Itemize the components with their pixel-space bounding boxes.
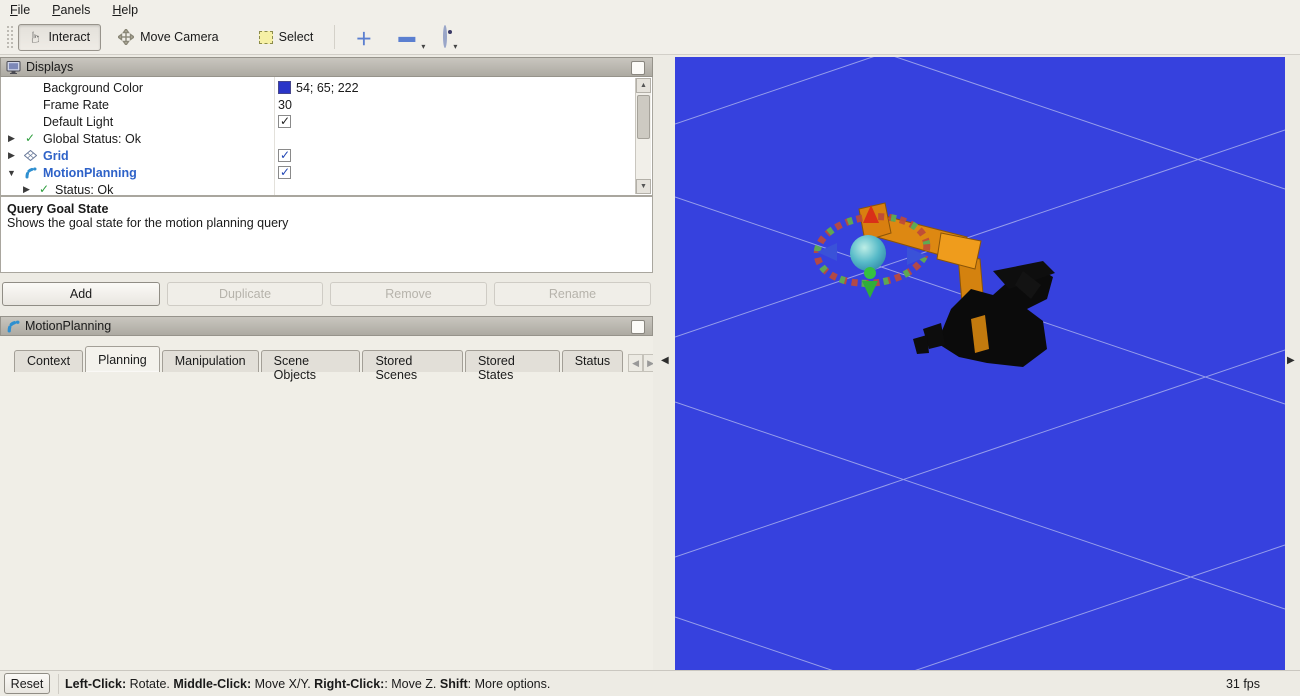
chevron-right-icon[interactable]: ▶: [23, 184, 30, 195]
3d-viewport[interactable]: [675, 57, 1285, 670]
robot-arm: [859, 203, 1055, 367]
chevron-down-icon: ▾: [453, 42, 457, 51]
selection-box-icon: [259, 31, 273, 44]
motionplanning-icon: [24, 166, 37, 179]
marker-sphere: [850, 235, 886, 271]
collapse-right-arrow-icon[interactable]: ▶: [1287, 355, 1295, 366]
tab-status[interactable]: Status: [562, 350, 623, 372]
tree-row-frame-rate[interactable]: Frame Rate 30: [1, 96, 652, 113]
move-camera-tool-button[interactable]: Move Camera: [107, 24, 230, 51]
duplicate-display-button[interactable]: Duplicate: [167, 282, 323, 306]
statusbar-separator: [58, 674, 59, 694]
minus-icon: ▬: [398, 27, 415, 46]
tab-bar: Context Planning Manipulation Scene Obje…: [14, 346, 658, 372]
motionplanning-panel-header[interactable]: MotionPlanning: [0, 316, 653, 336]
panel-float-button[interactable]: [631, 320, 645, 334]
displays-panel-header[interactable]: Displays: [0, 57, 653, 77]
focus-camera-tool-button[interactable]: ▾: [435, 27, 455, 47]
scrollbar-down-button[interactable]: ▼: [636, 179, 651, 194]
tree-row-default-light[interactable]: Default Light: [1, 113, 652, 130]
grid-icon: [24, 150, 37, 161]
reset-button[interactable]: Reset: [4, 673, 50, 694]
default-light-checkbox[interactable]: [278, 115, 291, 128]
tab-stored-states[interactable]: Stored States: [465, 350, 560, 372]
rename-display-button[interactable]: Rename: [494, 282, 651, 306]
status-ok-check-icon: ✓: [25, 131, 35, 145]
color-swatch[interactable]: [278, 81, 291, 94]
interact-tool-button[interactable]: ☞ Interact: [18, 24, 101, 51]
tab-stored-scenes[interactable]: Stored Scenes: [362, 350, 462, 372]
chevron-right-icon[interactable]: ▶: [8, 150, 15, 161]
z-axis-arrow: [862, 281, 878, 298]
menu-bar: File Panels Help: [0, 0, 1300, 20]
scrollbar-up-button[interactable]: ▲: [636, 78, 651, 93]
tree-scrollbar[interactable]: ▲ ▼: [635, 78, 651, 194]
scrollbar-thumb[interactable]: [637, 95, 650, 139]
tree-row-motionplanning[interactable]: ▼ MotionPlanning: [1, 164, 652, 181]
tab-manipulation[interactable]: Manipulation: [162, 350, 259, 372]
monitor-icon: [6, 61, 21, 74]
toolbar-separator: [334, 25, 335, 49]
viewport-scene: [675, 57, 1285, 670]
tab-scroll-left-button[interactable]: ◀: [628, 354, 643, 372]
tree-row-background-color[interactable]: Background Color 54; 65; 222: [1, 79, 652, 96]
move-arrows-icon: [118, 29, 134, 45]
panel-splitter[interactable]: ◀: [653, 57, 675, 670]
hand-icon: ☞: [27, 30, 45, 43]
focus-camera-icon: [443, 25, 447, 48]
menu-panels[interactable]: Panels: [52, 3, 90, 17]
tab-planning[interactable]: Planning: [85, 346, 160, 372]
fps-counter: 31 fps: [1226, 677, 1260, 691]
mouse-hints: Left-Click: Rotate. Middle-Click: Move X…: [65, 677, 550, 691]
grid-enabled-checkbox[interactable]: [278, 149, 291, 162]
select-tool-button[interactable]: Select: [248, 24, 325, 51]
minus-tool-button[interactable]: ▬▾: [390, 27, 423, 47]
menu-help[interactable]: Help: [112, 3, 138, 17]
plus-icon: ＋: [355, 30, 372, 49]
status-bar: Reset Left-Click: Rotate. Middle-Click: …: [0, 670, 1300, 696]
motionplanning-enabled-checkbox[interactable]: [278, 166, 291, 179]
right-edge-strip[interactable]: ▶: [1285, 57, 1300, 670]
toolbar: ☞ Interact Move Camera Select ＋ ▬▾ ▾: [0, 20, 1300, 55]
help-box-description: Shows the goal state for the motion plan…: [7, 216, 646, 230]
plus-tool-button[interactable]: ＋: [347, 25, 380, 50]
add-display-button[interactable]: Add: [2, 282, 160, 306]
display-help-box: Query Goal State Shows the goal state fo…: [0, 196, 653, 273]
chevron-down-icon[interactable]: ▼: [7, 168, 16, 178]
collapse-left-arrow-icon[interactable]: ◀: [661, 355, 669, 366]
tree-row-grid[interactable]: ▶ Grid: [1, 147, 652, 164]
panel-float-button[interactable]: [631, 61, 645, 75]
displays-tree: Background Color 54; 65; 222 Frame Rate …: [0, 77, 653, 196]
motionplanning-icon: [6, 319, 20, 333]
grid-lines: [675, 57, 1285, 670]
help-box-title: Query Goal State: [7, 202, 646, 216]
chevron-down-icon: ▾: [421, 42, 425, 51]
chevron-right-icon[interactable]: ▶: [8, 133, 15, 144]
menu-file[interactable]: File: [10, 3, 30, 17]
tab-context[interactable]: Context: [14, 350, 83, 372]
toolbar-grip[interactable]: [6, 25, 14, 49]
status-ok-check-icon: ✓: [39, 182, 49, 196]
motionplanning-panel-body: Context Planning Manipulation Scene Obje…: [0, 336, 658, 670]
tab-scene-objects[interactable]: Scene Objects: [261, 350, 361, 372]
remove-display-button[interactable]: Remove: [330, 282, 487, 306]
tree-row-global-status[interactable]: ▶ ✓ Global Status: Ok: [1, 130, 652, 147]
